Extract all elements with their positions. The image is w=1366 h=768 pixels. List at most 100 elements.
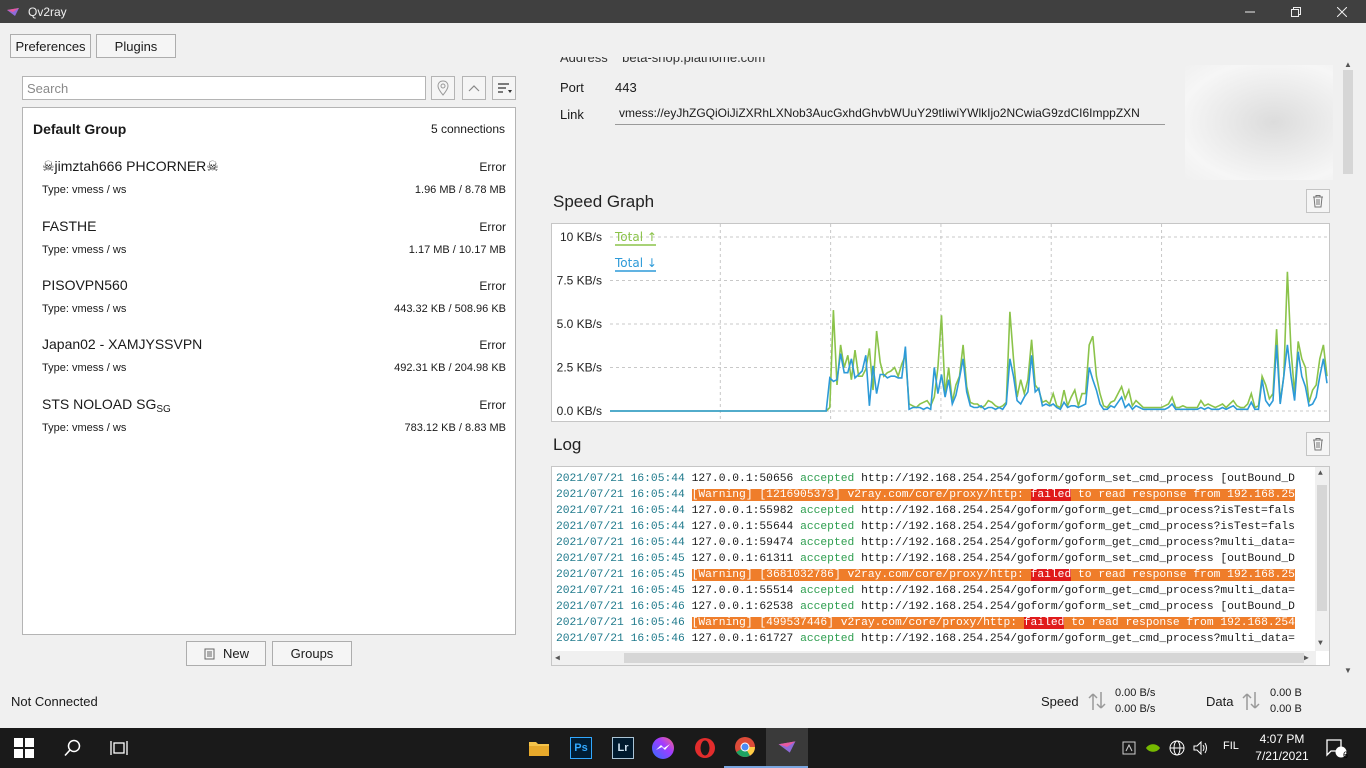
y-tick-label: 7.5 KB/s <box>557 274 602 288</box>
search-icon <box>64 739 81 757</box>
search-button[interactable] <box>50 728 96 768</box>
y-tick-label: 10 KB/s <box>560 230 602 244</box>
log-timestamp: 2021/07/21 16:05:45 <box>556 569 692 581</box>
transfer-arrows-icon <box>1088 692 1106 710</box>
log-horizontal-scrollbar[interactable]: ◀ ▶ <box>552 651 1316 665</box>
log-timestamp: 2021/07/21 16:05:45 <box>556 585 692 597</box>
log-horizontal-thumb[interactable] <box>624 653 1304 663</box>
new-connection-button[interactable]: New <box>186 641 266 666</box>
connection-name: FASTHE <box>42 218 97 234</box>
log-address: 127.0.0.1:50656 <box>691 473 801 485</box>
y-tick-label: 5.0 KB/s <box>557 317 602 331</box>
clear-log-button[interactable] <box>1306 432 1330 456</box>
connection-type: Type: vmess / ws <box>42 422 127 434</box>
minimize-button[interactable] <box>1227 0 1273 23</box>
log-line: 2021/07/21 16:05:45 127.0.0.1:55514 acce… <box>556 583 1316 599</box>
log-warning-text: [Warning] [3681032786] v2ray.com/core/pr… <box>691 569 1295 581</box>
log-line: 2021/07/21 16:05:46 127.0.0.1:61727 acce… <box>556 631 1316 647</box>
connection-name: PISOVPN560 <box>42 277 128 293</box>
trash-icon <box>1313 438 1323 451</box>
log-view[interactable]: 2021/07/21 16:05:44 127.0.0.1:50656 acce… <box>551 466 1330 666</box>
sort-button[interactable] <box>492 76 516 100</box>
notification-center-button[interactable] <box>1318 728 1354 768</box>
tray-network[interactable] <box>1166 728 1188 768</box>
tray-nvidia[interactable] <box>1142 728 1164 768</box>
photoshop-taskbar[interactable]: Ps <box>560 728 602 768</box>
details-vertical-scrollbar[interactable]: ▲ ▼ <box>1341 60 1355 680</box>
groups-button[interactable]: Groups <box>272 641 352 666</box>
log-lines: 2021/07/21 16:05:44 127.0.0.1:50656 acce… <box>556 471 1316 647</box>
tray-app[interactable] <box>1118 728 1140 768</box>
locate-button[interactable] <box>431 76 455 100</box>
connection-list[interactable]: Default Group 5 connections ☠jimztah666 … <box>22 107 516 635</box>
log-accepted: accepted <box>800 521 855 533</box>
connection-item[interactable]: Japan02 - XAMJYSSVPN Error Type: vmess /… <box>23 336 515 392</box>
log-warning-text: [Warning] [1216905373] v2ray.com/core/pr… <box>691 489 1295 501</box>
connection-type: Type: vmess / ws <box>42 303 127 315</box>
input-language[interactable]: FIL <box>1223 740 1239 752</box>
log-request: http://192.168.254.254/goform/goform_get… <box>854 585 1295 597</box>
clear-graph-button[interactable] <box>1306 189 1330 213</box>
chevron-up-icon <box>468 85 480 92</box>
log-title: Log <box>553 435 582 454</box>
log-accepted: accepted <box>800 505 855 517</box>
log-failed-tag: failed <box>1030 489 1072 501</box>
connection-status: Error <box>479 338 506 352</box>
start-button[interactable] <box>0 728 48 768</box>
close-button[interactable] <box>1319 0 1365 23</box>
log-warning-prefix: [Warning] [3681032786] v2ray.com/core/pr… <box>691 569 1031 581</box>
data-label: Data <box>1206 694 1234 709</box>
qv2ray-taskbar[interactable] <box>766 728 808 768</box>
log-line: 2021/07/21 16:05:45 127.0.0.1:61311 acce… <box>556 551 1316 567</box>
log-line: 2021/07/21 16:05:46 127.0.0.1:62538 acce… <box>556 599 1316 615</box>
log-address: 127.0.0.1:55514 <box>691 585 801 597</box>
log-vertical-thumb[interactable] <box>1317 485 1327 611</box>
trash-icon <box>1313 195 1323 208</box>
speaker-icon <box>1193 741 1207 755</box>
share-link-field[interactable]: vmess://eyJhZGQiOiJiZXRhLXNob3AucGxhdGhv… <box>615 101 1165 125</box>
connection-item[interactable]: FASTHE Error Type: vmess / ws 1.17 MB / … <box>23 218 515 274</box>
clock[interactable]: 4:07 PM 7/21/2021 <box>1252 731 1312 765</box>
plugins-button[interactable]: Plugins <box>96 34 176 58</box>
details-vertical-thumb[interactable] <box>1343 70 1353 174</box>
opera-taskbar[interactable] <box>684 728 726 768</box>
tray-app-icon <box>1122 741 1136 755</box>
file-explorer-taskbar[interactable] <box>518 728 560 768</box>
sort-icon <box>498 83 512 93</box>
log-request: http://192.168.254.254/goform/goform_set… <box>854 553 1295 565</box>
search-input[interactable] <box>22 76 426 100</box>
globe-icon <box>1169 740 1185 756</box>
connection-item[interactable]: STS NOLOAD SGSG Error Type: vmess / ws 7… <box>23 396 515 452</box>
log-address: 127.0.0.1:61311 <box>691 553 801 565</box>
task-view-icon <box>110 741 128 755</box>
connection-item[interactable]: ☠jimztah666 PHCORNER☠ Error Type: vmess … <box>23 158 515 214</box>
scroll-down-arrow-icon: ▼ <box>1344 666 1352 675</box>
connection-item[interactable]: PISOVPN560 Error Type: vmess / ws 443.32… <box>23 277 515 333</box>
chrome-taskbar[interactable] <box>724 728 766 768</box>
log-vertical-scrollbar[interactable]: ▲ ▼ <box>1315 467 1329 651</box>
messenger-taskbar[interactable] <box>642 728 684 768</box>
connection-status: Error <box>479 220 506 234</box>
restore-button[interactable] <box>1273 0 1319 23</box>
log-failed-tag: failed <box>1030 569 1072 581</box>
y-tick-label: 2.5 KB/s <box>557 361 602 375</box>
restore-icon <box>1291 6 1301 17</box>
notification-count-badge: 6 <box>1342 750 1348 760</box>
scroll-right-arrow-icon: ▶ <box>1304 654 1309 663</box>
log-warning-text: [Warning] [499537446] v2ray.com/core/pro… <box>691 617 1295 629</box>
connection-usage: 492.31 KB / 204.98 KB <box>394 362 506 374</box>
scroll-top-button[interactable] <box>462 76 486 100</box>
address-value: beta-shop.plathome.com <box>622 57 766 65</box>
tray-volume[interactable] <box>1190 728 1212 768</box>
preferences-button[interactable]: Preferences <box>10 34 91 58</box>
y-tick-label: 0.0 KB/s <box>557 404 602 418</box>
connection-status: Error <box>479 160 506 174</box>
log-accepted: accepted <box>800 601 855 613</box>
task-view-button[interactable] <box>96 728 142 768</box>
speed-graph-svg: 10 KB/s 7.5 KB/s 5.0 KB/s 2.5 KB/s 0.0 KB/s T… <box>557 224 1328 421</box>
lightroom-taskbar[interactable]: Lr <box>602 728 644 768</box>
connection-type: Type: vmess / ws <box>42 362 127 374</box>
clock-date: 7/21/2021 <box>1255 749 1309 763</box>
log-accepted: accepted <box>800 585 855 597</box>
log-request: http://192.168.254.254/goform/goform_set… <box>854 473 1295 485</box>
